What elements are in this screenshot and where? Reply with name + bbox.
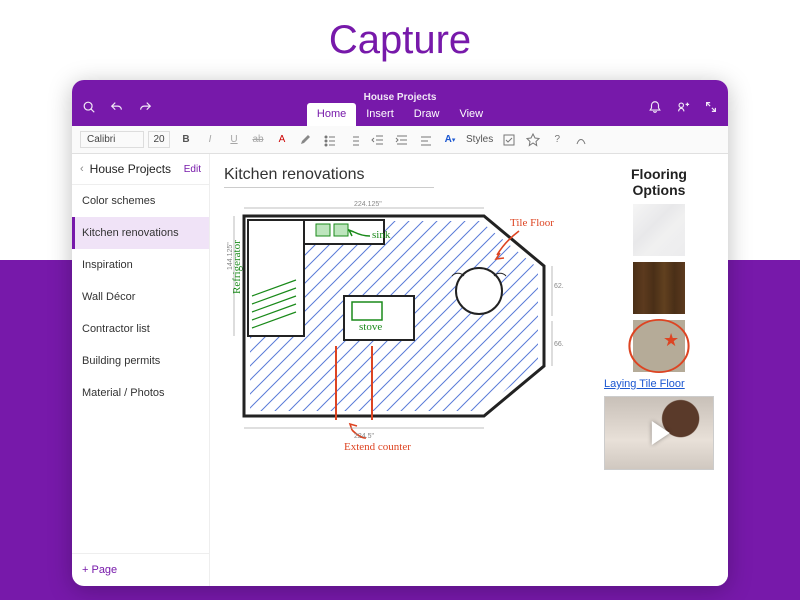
tab-view[interactable]: View (449, 103, 493, 126)
search-icon[interactable] (82, 100, 96, 114)
align-icon[interactable] (418, 132, 434, 148)
styles-label[interactable]: Styles (466, 134, 493, 145)
video-thumbnail[interactable] (604, 396, 714, 470)
dim-rt: 62.5" (554, 283, 564, 290)
highlight-icon[interactable] (298, 132, 314, 148)
sidebar-header: ‹ House Projects Edit (72, 154, 209, 185)
selection-circle-icon (628, 319, 689, 373)
help-icon[interactable]: ? (549, 132, 565, 148)
underline-icon[interactable]: U (226, 132, 242, 148)
flooring-panel: Flooring Options ★ Laying Tile Floor (604, 166, 714, 470)
swatch-tile[interactable]: ★ (633, 320, 685, 372)
section-title[interactable]: House Projects (90, 162, 184, 176)
flooring-heading: Flooring Options (604, 166, 714, 198)
numbers-icon[interactable] (346, 132, 362, 148)
bullets-icon[interactable] (322, 132, 338, 148)
annot-sink: sink (372, 229, 391, 241)
titlebar: House Projects Home Insert Draw View (72, 80, 728, 126)
strike-icon[interactable]: ab (250, 132, 266, 148)
redo-icon[interactable] (138, 100, 152, 114)
ribbon: Calibri 20 B I U ab A A▾ Styles ? (72, 126, 728, 154)
titlebar-right (648, 100, 718, 126)
styles-icon[interactable]: A▾ (442, 132, 458, 148)
floorplan: 224.125" 144.125" 224.5" 62.5" 66.75" Ti… (224, 196, 564, 458)
flooring-link[interactable]: Laying Tile Floor (604, 378, 714, 390)
sidebar-item-material[interactable]: Material / Photos (72, 377, 209, 409)
sidebar-item-permits[interactable]: Building permits (72, 345, 209, 377)
tab-insert[interactable]: Insert (356, 103, 404, 126)
app-window: House Projects Home Insert Draw View Cal… (72, 80, 728, 586)
star-icon: ★ (663, 330, 679, 351)
edit-button[interactable]: Edit (184, 164, 201, 175)
annot-stove: stove (359, 321, 382, 333)
ribbon-tabs: Home Insert Draw View (307, 103, 493, 126)
font-color-icon[interactable]: A (274, 132, 290, 148)
tab-home[interactable]: Home (307, 103, 356, 126)
play-icon (652, 421, 670, 445)
bell-icon[interactable] (648, 100, 662, 114)
sidebar-item-inspiration[interactable]: Inspiration (72, 249, 209, 281)
todo-icon[interactable] (501, 132, 517, 148)
outdent-icon[interactable] (370, 132, 386, 148)
annot-extend: Extend counter (344, 441, 411, 453)
add-page-button[interactable]: + Page (72, 553, 209, 586)
bold-icon[interactable]: B (178, 132, 194, 148)
dim-rb: 66.75" (554, 341, 564, 348)
tab-draw[interactable]: Draw (404, 103, 450, 126)
sidebar-item-kitchen[interactable]: Kitchen renovations (72, 217, 209, 249)
annot-fridge: Refrigerator (231, 240, 243, 294)
font-name-select[interactable]: Calibri (80, 131, 144, 148)
sidebar-item-wall-decor[interactable]: Wall Décor (72, 281, 209, 313)
indent-icon[interactable] (394, 132, 410, 148)
hero-title: Capture (0, 0, 800, 63)
titlebar-left (82, 100, 152, 126)
swatch-marble[interactable] (633, 204, 685, 256)
tag-icon[interactable] (525, 132, 541, 148)
undo-icon[interactable] (110, 100, 124, 114)
dim-top: 224.125" (354, 201, 382, 208)
dim-bottom: 224.5" (354, 433, 375, 440)
page-title[interactable] (224, 166, 434, 188)
app-body: ‹ House Projects Edit Color schemes Kitc… (72, 154, 728, 586)
titlebar-center: House Projects Home Insert Draw View (152, 88, 648, 126)
ink-icon[interactable] (573, 132, 589, 148)
annot-tile: Tile Floor (510, 217, 554, 229)
font-size-input[interactable]: 20 (148, 131, 170, 148)
note-canvas[interactable]: 224.125" 144.125" 224.5" 62.5" 66.75" Ti… (210, 154, 728, 586)
share-icon[interactable] (676, 100, 690, 114)
page-list: Color schemes Kitchen renovations Inspir… (72, 185, 209, 553)
swatch-wood[interactable] (633, 262, 685, 314)
notebook-name[interactable]: House Projects (364, 88, 437, 103)
sidebar: ‹ House Projects Edit Color schemes Kitc… (72, 154, 210, 586)
back-icon[interactable]: ‹ (80, 163, 84, 175)
sidebar-item-color-schemes[interactable]: Color schemes (72, 185, 209, 217)
sidebar-item-contractor[interactable]: Contractor list (72, 313, 209, 345)
italic-icon[interactable]: I (202, 132, 218, 148)
font-controls: Calibri 20 (80, 131, 170, 148)
fullscreen-icon[interactable] (704, 100, 718, 114)
